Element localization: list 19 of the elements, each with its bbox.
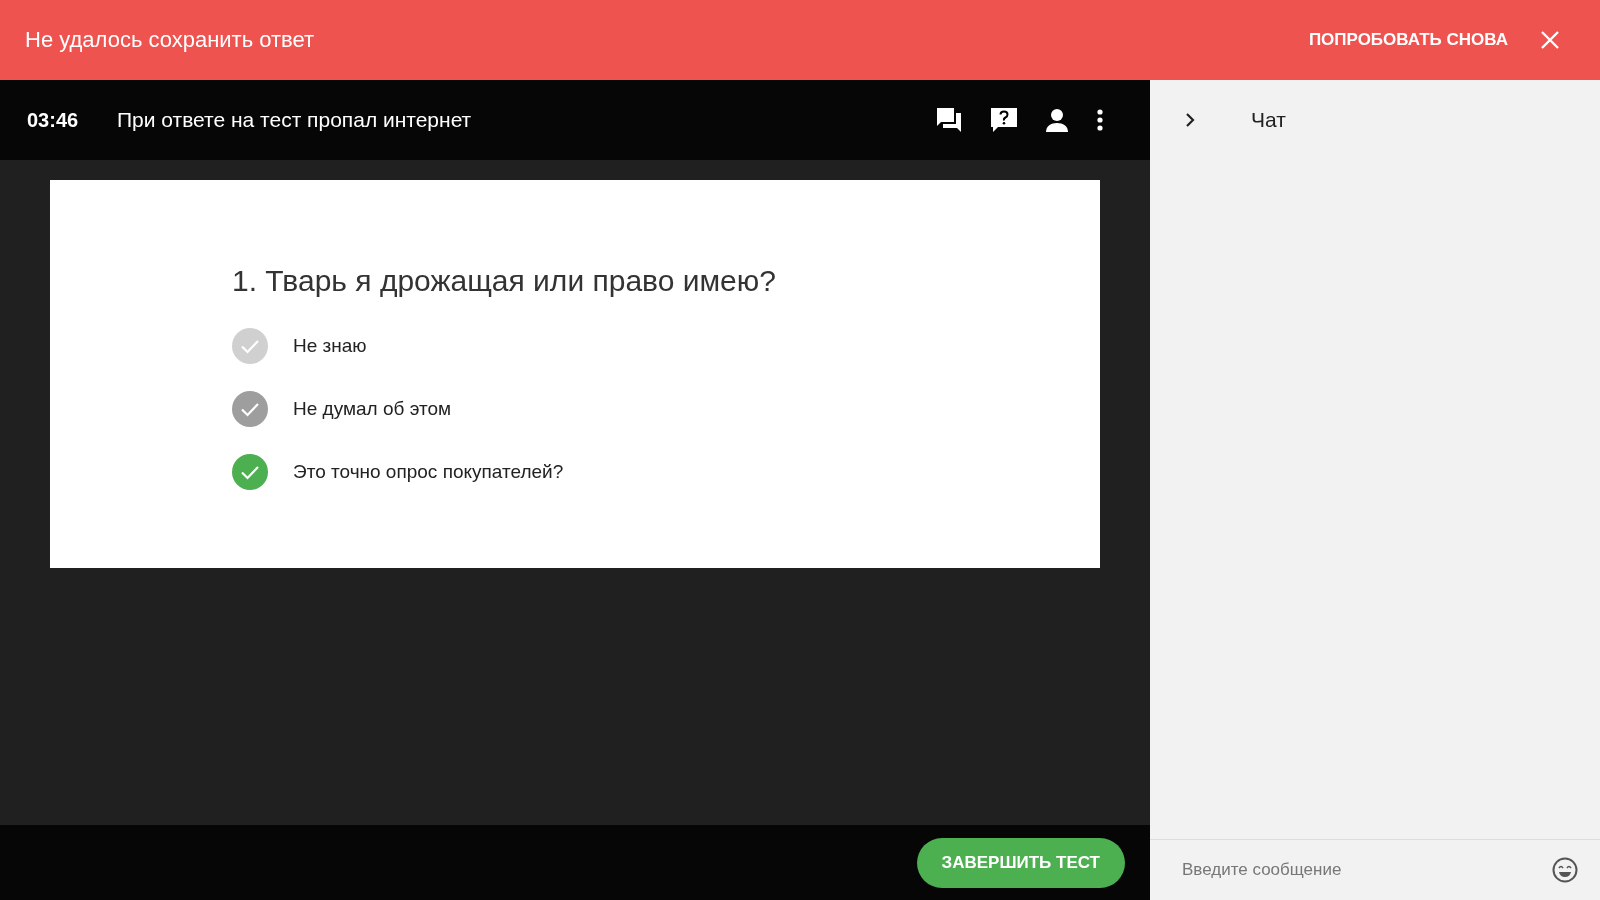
timer: 03:46 [27, 108, 80, 132]
check-icon[interactable] [232, 391, 268, 427]
chevron-right-icon[interactable] [1185, 112, 1195, 128]
person-icon[interactable] [1045, 108, 1069, 132]
test-title: При ответе на тест пропал интернет [117, 108, 473, 132]
chat-icon[interactable] [935, 107, 963, 133]
question-text: 1. Тварь я дрожащая или право имею? [232, 264, 777, 298]
emoji-icon[interactable] [1552, 857, 1578, 883]
answer-option[interactable]: Это точно опрос покупателей? [293, 461, 564, 483]
error-message: Не удалось сохранить ответ [25, 27, 316, 53]
check-icon[interactable] [232, 454, 268, 490]
message-input[interactable]: Введите сообщение [1180, 859, 1552, 881]
more-icon[interactable] [1096, 109, 1104, 131]
answer-option[interactable]: Не знаю [293, 335, 367, 357]
help-icon[interactable] [990, 107, 1018, 133]
check-icon[interactable] [232, 328, 268, 364]
answer-option[interactable]: Не думал об этом [293, 398, 452, 420]
close-icon[interactable] [1540, 30, 1560, 50]
chat-title: Чат [1251, 108, 1286, 132]
